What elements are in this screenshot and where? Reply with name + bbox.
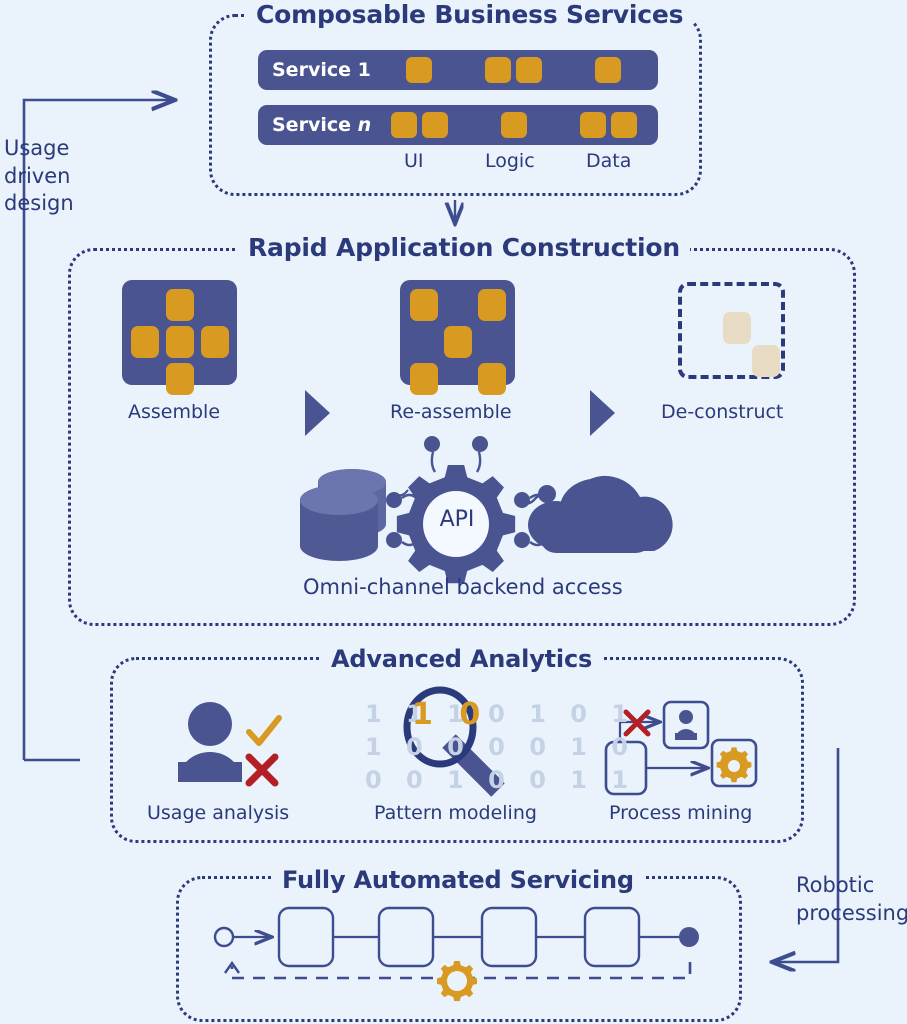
- service-chip: [611, 112, 637, 138]
- service-chip: [516, 57, 542, 83]
- fully-automated-servicing-title: Fully Automated Servicing: [272, 866, 644, 894]
- composable-business-services-title: Composable Business Services: [246, 0, 694, 29]
- process-mining-caption: Process mining: [609, 802, 753, 824]
- service-chip: [406, 57, 432, 83]
- service-row-n[interactable]: Service n: [258, 105, 658, 145]
- module-block: [410, 363, 438, 395]
- bit-row-3: 0 0 1 0 0 1 1: [365, 766, 637, 794]
- service-chip: [580, 112, 606, 138]
- module-block: [166, 363, 194, 395]
- module-block: [166, 289, 194, 321]
- service-label-1: Service 1: [272, 59, 371, 81]
- usage-driven-design-label: Usage driven design: [4, 135, 74, 218]
- module-block: [478, 289, 506, 321]
- rapid-application-construction-title: Rapid Application Construction: [238, 233, 690, 262]
- module-block: [131, 326, 159, 358]
- usage-driven-design-line: Usage driven design: [4, 136, 74, 216]
- module-block: [166, 326, 194, 358]
- module-block: [478, 363, 506, 395]
- service-chip: [595, 57, 621, 83]
- fully-automated-servicing-frame: [176, 876, 742, 1022]
- module-block: [444, 326, 472, 358]
- robotic-processing-line: Robotic processing: [796, 873, 907, 925]
- module-block: [410, 289, 438, 321]
- service-chip: [391, 112, 417, 138]
- re-assemble-caption: Re-assemble: [390, 401, 512, 423]
- module-block: [752, 345, 780, 377]
- de-construct-caption: De-construct: [661, 401, 784, 423]
- diagram-canvas: Composable Business Services Rapid Appli…: [0, 0, 907, 1024]
- advanced-analytics-title: Advanced Analytics: [321, 645, 603, 673]
- api-label: API: [439, 507, 475, 532]
- service-chip: [422, 112, 448, 138]
- assemble-caption: Assemble: [128, 401, 221, 423]
- assemble-tile[interactable]: [122, 280, 237, 395]
- magnified-bits: 1 0: [412, 697, 489, 732]
- service-chip: [485, 57, 511, 83]
- module-block: [723, 312, 751, 344]
- robotic-processing-label: Robotic processing: [796, 872, 907, 927]
- service-label-n: Service n: [272, 114, 372, 136]
- service-row-1[interactable]: Service 1: [258, 50, 658, 90]
- service-chip: [501, 112, 527, 138]
- bit-row-2: 1 0 0 0 0 1 0: [365, 733, 637, 761]
- usage-analysis-caption: Usage analysis: [147, 802, 290, 824]
- re-assemble-tile[interactable]: [400, 280, 515, 395]
- bit-row-1: 1 1 1 0 1 0 1: [365, 700, 637, 728]
- module-block: [201, 326, 229, 358]
- de-construct-tile[interactable]: [678, 282, 785, 379]
- omni-channel-caption: Omni-channel backend access: [303, 575, 623, 599]
- pattern-modeling-caption: Pattern modeling: [374, 802, 537, 824]
